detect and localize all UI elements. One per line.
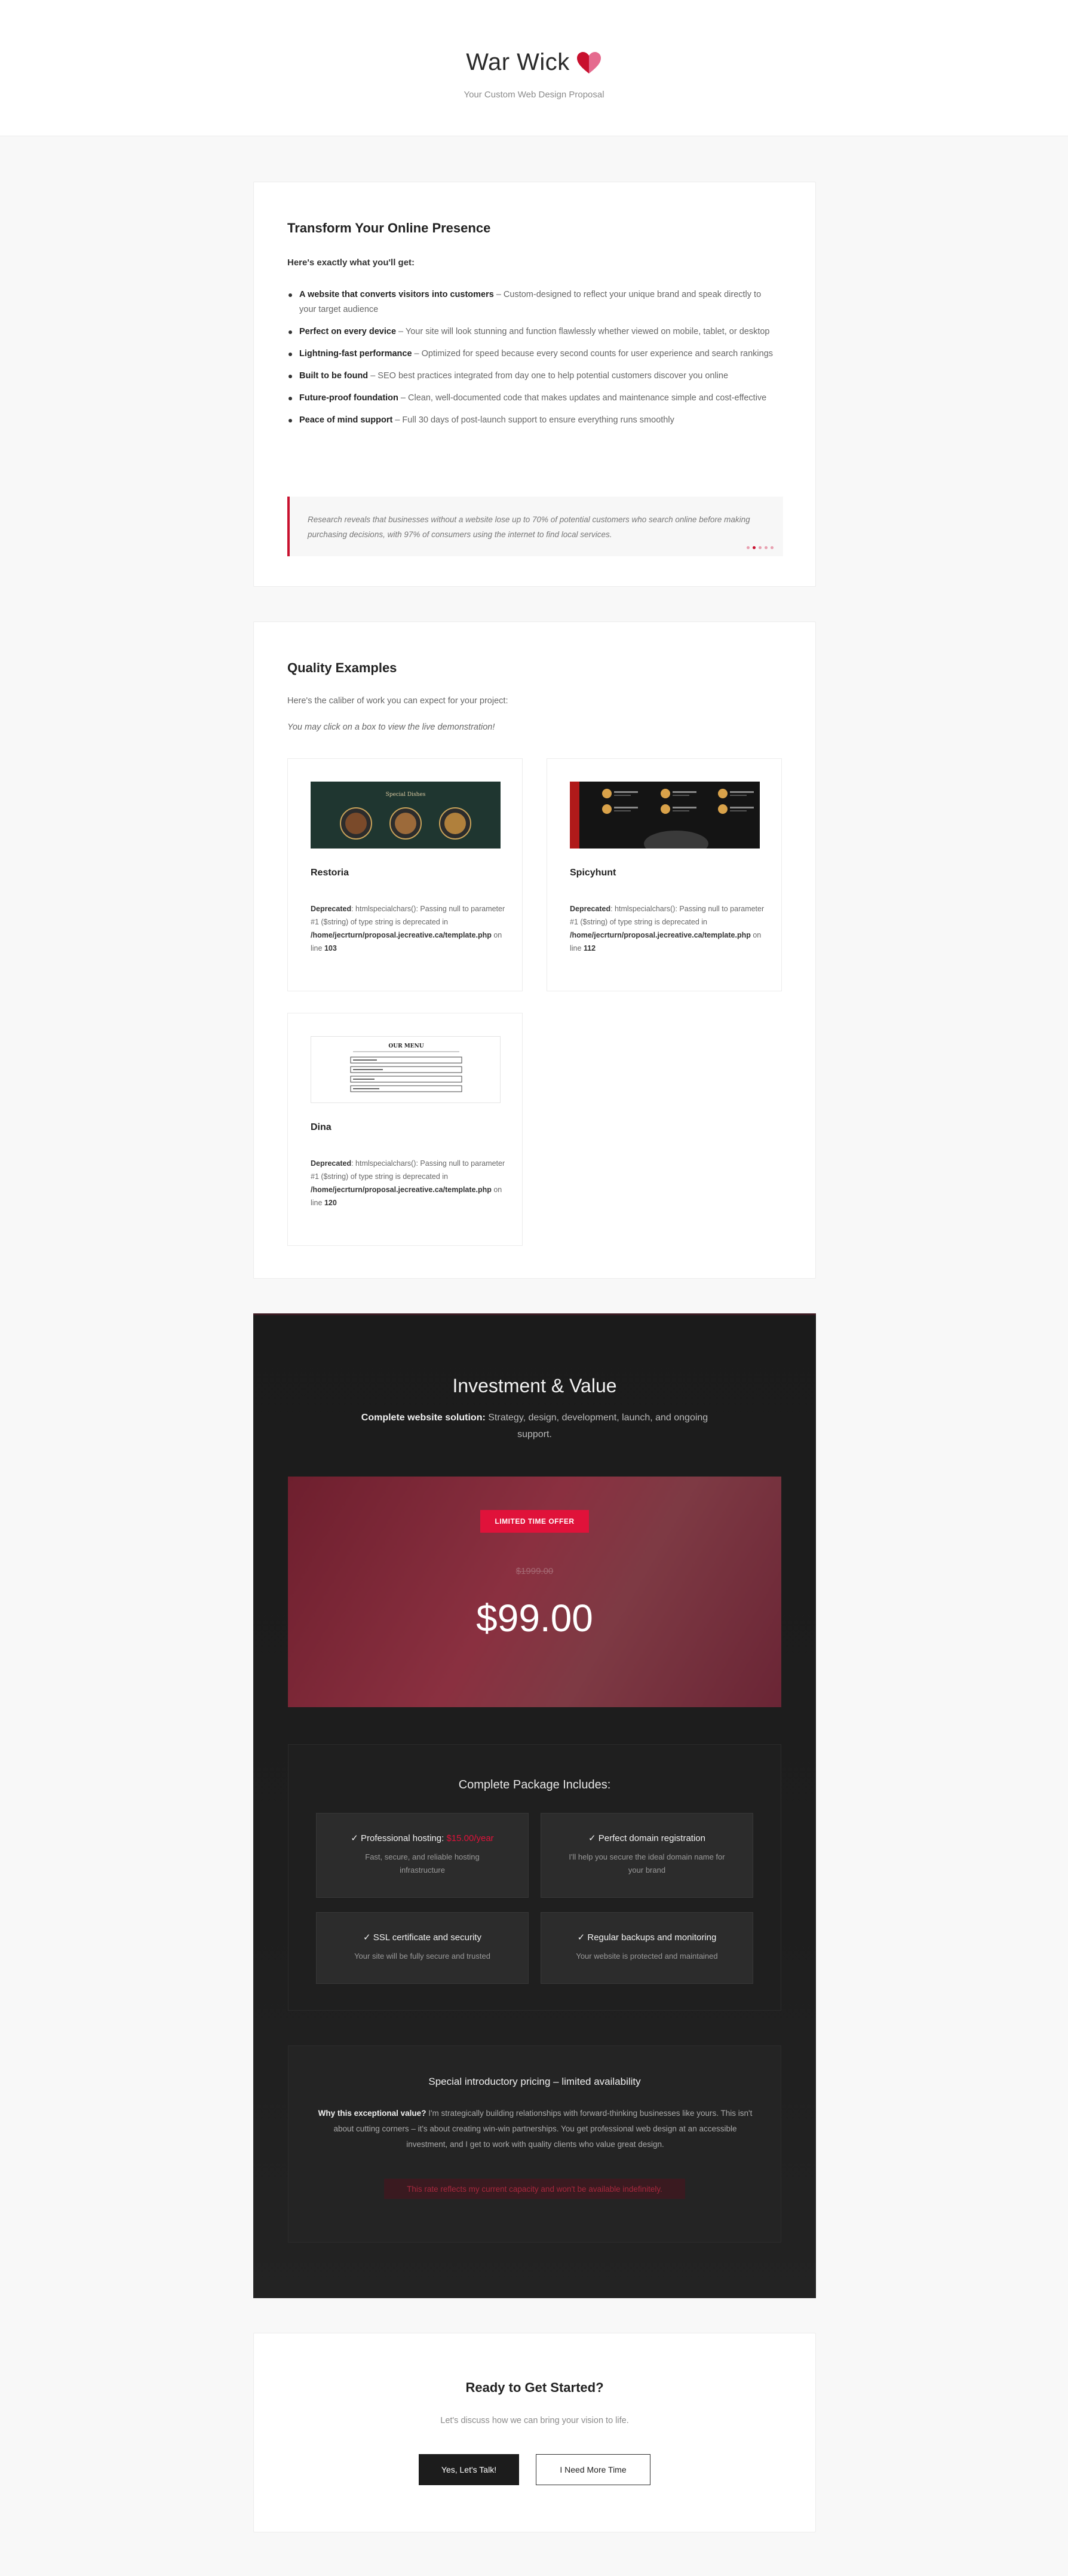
transform-card: Transform Your Online Presence Here's ex… (253, 182, 816, 587)
thumb-text: OUR MENU (388, 1043, 423, 1049)
example-name: Restoria (311, 868, 349, 878)
php-deprecation-notice: Deprecated: htmlspecialchars(): Passing … (311, 1157, 514, 1209)
error-path: /home/jecrturn/proposal.jecreative.ca/te… (311, 931, 492, 939)
package-item-label: ✓ SSL certificate and security (363, 1932, 481, 1943)
price: $99.00 (476, 1597, 593, 1640)
lets-talk-button[interactable]: Yes, Let's Talk! (419, 2454, 519, 2485)
features-intro: Here's exactly what you'll get: (287, 258, 415, 268)
list-item: Perfect on every device – Your site will… (287, 324, 777, 339)
feature-text: – Clean, well-documented code that makes… (398, 393, 767, 403)
transform-title: Transform Your Online Presence (287, 220, 491, 235)
carousel-dot[interactable] (765, 546, 768, 549)
list-item: Lightning-fast performance – Optimized f… (287, 347, 777, 362)
dina-thumbnail: OUR MENU (311, 1036, 501, 1103)
package-item-desc: Fast, secure, and reliable hosting infra… (365, 1852, 480, 1874)
feature-title: Perfect on every device (299, 327, 397, 336)
package-item-head: ✓ SSL certificate and security (317, 1932, 528, 1943)
package-item-price: $15.00/year (446, 1833, 494, 1843)
carousel-dot[interactable] (759, 546, 762, 549)
package-item-head: ✓ Perfect domain registration (541, 1833, 753, 1843)
quote-text: Research reveals that businesses without… (308, 515, 750, 539)
feature-title: A website that converts visitors into cu… (299, 290, 494, 299)
carousel-dot[interactable] (771, 546, 774, 549)
investment-subtitle: Complete website solution: Strategy, des… (361, 1410, 708, 1443)
feature-text: – SEO best practices integrated from day… (368, 371, 729, 381)
package-item-head: ✓ Professional hosting: $15.00/year (317, 1833, 528, 1843)
price-box: LIMITED TIME OFFER $1999.00 $99.00 (288, 1477, 781, 1707)
site-header: War Wick Your Custom Web Design Proposal (0, 0, 1068, 136)
examples-caption: Here's the caliber of work you can expec… (287, 696, 508, 706)
package-title: Complete Package Includes: (458, 1778, 611, 1791)
research-quote: Research reveals that businesses without… (287, 497, 783, 556)
restoria-thumbnail: Special Dishes (311, 782, 501, 849)
old-price: $1999.00 (515, 1566, 554, 1576)
package-item-label: ✓ Perfect domain registration (588, 1833, 705, 1843)
carousel-dots (747, 546, 774, 549)
package-item-hosting: ✓ Professional hosting: $15.00/year Fast… (316, 1813, 529, 1898)
carousel-dot-active[interactable] (753, 546, 756, 549)
example-name: Dina (311, 1122, 332, 1132)
package-item-head: ✓ Regular backups and monitoring (541, 1932, 753, 1943)
limited-offer-badge: LIMITED TIME OFFER (480, 1510, 589, 1533)
package-box: Complete Package Includes: ✓ Professiona… (288, 1744, 781, 2011)
error-line: 112 (583, 944, 596, 952)
thumb-text: Special Dishes (386, 792, 426, 798)
error-label: Deprecated (311, 1159, 352, 1168)
php-deprecation-notice: Deprecated: htmlspecialchars(): Passing … (311, 902, 514, 955)
example-spicyhunt[interactable]: Spicyhunt Deprecated: htmlspecialchars()… (547, 758, 782, 991)
error-label: Deprecated (311, 905, 352, 913)
feature-title: Built to be found (299, 371, 369, 381)
feature-text: – Full 30 days of post-launch support to… (392, 415, 674, 425)
package-item-label: ✓ Professional hosting: (351, 1833, 447, 1843)
examples-hint: You may click on a box to view the live … (287, 722, 495, 732)
package-item-desc: Your site will be fully secure and trust… (354, 1952, 490, 1961)
list-item: Built to be found – SEO best practices i… (287, 369, 777, 384)
ready-subtitle: Let's discuss how we can bring your visi… (440, 2416, 629, 2425)
subtitle-bold: Complete website solution: (361, 1413, 486, 1423)
error-label: Deprecated (570, 905, 611, 913)
feature-title: Future-proof foundation (299, 393, 398, 403)
subtitle-rest: Strategy, design, development, launch, a… (485, 1413, 708, 1439)
special-pricing-body: Why this exceptional value? I'm strategi… (316, 2106, 754, 2152)
heart-icon (576, 51, 601, 73)
feature-list: A website that converts visitors into cu… (287, 287, 777, 435)
error-path: /home/jecrturn/proposal.jecreative.ca/te… (311, 1186, 492, 1194)
package-item-desc: Your website is protected and maintained (576, 1952, 718, 1961)
capacity-warning: This rate reflects my current capacity a… (384, 2179, 685, 2199)
feature-title: Lightning-fast performance (299, 349, 412, 359)
example-name: Spicyhunt (570, 868, 616, 878)
list-item: Peace of mind support – Full 30 days of … (287, 413, 777, 428)
package-item-label: ✓ Regular backups and monitoring (577, 1932, 717, 1943)
error-line: 103 (324, 944, 337, 952)
brand: War Wick (0, 49, 1068, 76)
special-bold: Why this exceptional value? (318, 2109, 426, 2118)
special-pricing-title: Special introductory pricing – limited a… (428, 2076, 641, 2087)
special-pricing-box: Special introductory pricing – limited a… (288, 2045, 781, 2243)
examples-title: Quality Examples (287, 660, 397, 675)
feature-title: Peace of mind support (299, 415, 393, 425)
list-item: Future-proof foundation – Clean, well-do… (287, 391, 777, 406)
need-more-time-button[interactable]: I Need More Time (536, 2454, 650, 2485)
feature-text: – Optimized for speed because every seco… (412, 349, 774, 359)
php-deprecation-notice: Deprecated: htmlspecialchars(): Passing … (570, 902, 773, 955)
package-item-backups: ✓ Regular backups and monitoring Your we… (541, 1912, 753, 1984)
examples-card: Quality Examples Here's the caliber of w… (253, 621, 816, 1279)
brand-name: War Wick (466, 49, 570, 75)
package-item-ssl: ✓ SSL certificate and security Your site… (316, 1912, 529, 1984)
package-item-desc: I'll help you secure the ideal domain na… (569, 1852, 725, 1874)
list-item: A website that converts visitors into cu… (287, 287, 777, 317)
example-restoria[interactable]: Special Dishes Restoria Deprecated: html… (287, 758, 523, 991)
error-path: /home/jecrturn/proposal.jecreative.ca/te… (570, 931, 751, 939)
investment-title: Investment & Value (452, 1375, 617, 1396)
ready-card: Ready to Get Started? Let's discuss how … (253, 2333, 816, 2532)
package-item-domain: ✓ Perfect domain registration I'll help … (541, 1813, 753, 1898)
investment-section: Investment & Value Complete website solu… (253, 1313, 816, 2298)
ready-title: Ready to Get Started? (465, 2380, 604, 2395)
carousel-dot[interactable] (747, 546, 750, 549)
tagline: Your Custom Web Design Proposal (464, 90, 604, 100)
spicyhunt-thumbnail (570, 782, 760, 849)
feature-text: – Your site will look stunning and funct… (396, 327, 770, 336)
error-line: 120 (324, 1199, 337, 1207)
example-dina[interactable]: OUR MENU Dina Deprecated: htmlspecialcha… (287, 1013, 523, 1246)
